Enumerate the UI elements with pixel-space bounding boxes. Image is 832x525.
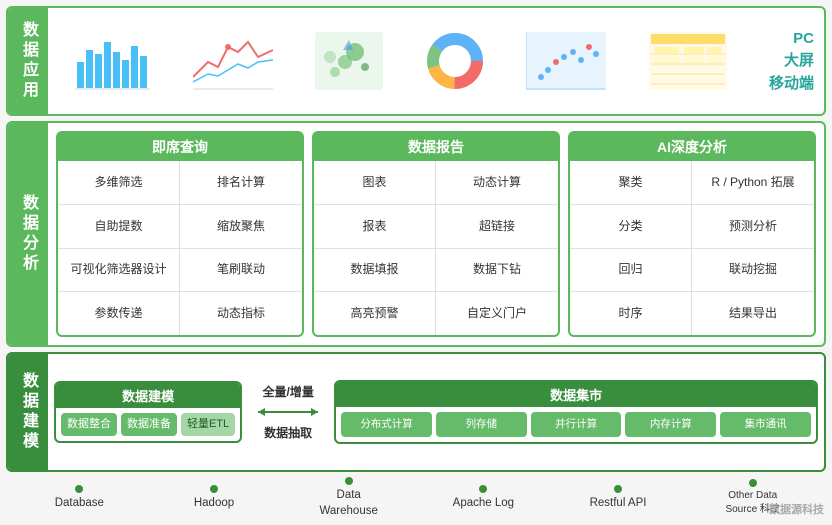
source-dot-otherdata	[749, 479, 757, 487]
label-pc: PC	[793, 30, 814, 47]
shichang-sub-4: 集市通讯	[720, 412, 811, 437]
cell-1-4: 数据填报	[314, 249, 436, 293]
panel-instant-query-header: 即席查询	[58, 133, 302, 161]
cell-0-2: 自助提数	[58, 205, 180, 249]
cell-1-7: 自定义门户	[436, 292, 558, 335]
cell-0-0: 多维筛选	[58, 161, 180, 205]
arrow-text-top: 全量/增量	[263, 383, 314, 400]
cell-2-2: 分类	[570, 205, 692, 249]
watermark: 数据源科技	[769, 501, 824, 517]
shichang-sub-0: 分布式计算	[341, 412, 432, 437]
cell-1-1: 动态计算	[436, 161, 558, 205]
model-shichang-header: 数据集市	[336, 382, 816, 407]
source-label-apachelog: Apache Log	[453, 495, 514, 511]
row-data-app: 数据应用	[6, 6, 826, 116]
source-restfulapi: Restful API	[551, 483, 686, 513]
analysis-content: 即席查询 多维筛选 排名计算 自助提数 缩放聚焦 可视化筛选器设计 笔刷联动 参…	[48, 123, 824, 345]
source-datawarehouse: Data Warehouse	[281, 475, 416, 521]
shichang-sub-1: 列存储	[436, 412, 527, 437]
cell-2-7: 结果导出	[692, 292, 814, 335]
label-data-app: 数据应用	[8, 8, 48, 114]
arrow-text-bottom: 数据抽取	[264, 424, 312, 441]
cell-2-0: 聚类	[570, 161, 692, 205]
panel-ai-analysis-header: AI深度分析	[570, 133, 814, 161]
cell-1-5: 数据下钻	[436, 249, 558, 293]
chart-scatter	[315, 32, 383, 90]
pc-labels-area: PC 大屏 移动端	[754, 8, 824, 114]
cell-0-1: 排名计算	[180, 161, 302, 205]
cell-2-5: 联动挖掘	[692, 249, 814, 293]
cell-0-4: 可视化筛选器设计	[58, 249, 180, 293]
cell-0-5: 笔刷联动	[180, 249, 302, 293]
cell-2-4: 回归	[570, 249, 692, 293]
cell-1-3: 超链接	[436, 205, 558, 249]
charts-area	[48, 8, 754, 114]
panel-data-report-body: 图表 动态计算 报表 超链接 数据填报 数据下钻 高亮预警 自定义门户	[314, 161, 558, 335]
panel-instant-query-body: 多维筛选 排名计算 自助提数 缩放聚焦 可视化筛选器设计 笔刷联动 参数传递 动…	[58, 161, 302, 335]
model-shichang-box: 数据集市 分布式计算 列存储 并行计算 内存计算 集市通讯	[334, 380, 818, 444]
panel-data-report: 数据报告 图表 动态计算 报表 超链接 数据填报 数据下钻 高亮预警 自定义门户	[312, 131, 560, 337]
arrow-icon	[253, 402, 323, 422]
label-data-model: 数据建模	[8, 354, 48, 470]
model-jianmo-header: 数据建模	[56, 383, 240, 408]
model-jianmo-body: 数据整合 数据准备 轻量ETL	[56, 408, 240, 441]
model-sub-0: 数据整合	[61, 413, 117, 436]
model-etl: 轻量ETL	[181, 413, 235, 436]
panel-ai-analysis-body: 聚类 R / Python 拓展 分类 预测分析 回归 联动挖掘 时序 结果导出	[570, 161, 814, 335]
source-dot-datawarehouse	[345, 477, 353, 485]
cell-2-1: R / Python 拓展	[692, 161, 814, 205]
cell-0-7: 动态指标	[180, 292, 302, 335]
cell-2-3: 预测分析	[692, 205, 814, 249]
model-jianmo-box: 数据建模 数据整合 数据准备 轻量ETL	[54, 381, 242, 443]
model-shichang-body: 分布式计算 列存储 并行计算 内存计算 集市通讯	[336, 407, 816, 442]
source-database: Database	[12, 483, 147, 513]
row-sources: Database Hadoop Data Warehouse Apache Lo…	[6, 477, 826, 519]
chart-donut	[426, 32, 484, 90]
cell-1-0: 图表	[314, 161, 436, 205]
panel-ai-analysis: AI深度分析 聚类 R / Python 拓展 分类 预测分析 回归 联动挖掘 …	[568, 131, 816, 337]
chart-table	[649, 32, 727, 90]
source-label-database: Database	[55, 495, 104, 511]
label-bigscreen: 大屏	[784, 49, 814, 70]
panel-instant-query: 即席查询 多维筛选 排名计算 自助提数 缩放聚焦 可视化筛选器设计 笔刷联动 参…	[56, 131, 304, 337]
cell-1-6: 高亮预警	[314, 292, 436, 335]
cell-2-6: 时序	[570, 292, 692, 335]
source-hadoop: Hadoop	[147, 483, 282, 513]
main-container: 数据应用	[0, 0, 832, 525]
source-label-hadoop: Hadoop	[194, 495, 234, 511]
row-data-analysis: 数据分析 即席查询 多维筛选 排名计算 自助提数 缩放聚焦 可视化筛选器设计 笔…	[6, 121, 826, 347]
chart-bar	[75, 32, 150, 90]
arrow-box: 全量/增量 数据抽取	[248, 383, 328, 441]
row-data-model: 数据建模 数据建模 数据整合 数据准备 轻量ETL 全量/增量 数据抽	[6, 352, 826, 472]
shichang-sub-3: 内存计算	[625, 412, 716, 437]
model-content: 数据建模 数据整合 数据准备 轻量ETL 全量/增量 数据抽取 数	[48, 354, 824, 470]
cell-0-3: 缩放聚焦	[180, 205, 302, 249]
label-mobile: 移动端	[769, 72, 814, 93]
source-dot-apachelog	[479, 485, 487, 493]
source-dot-database	[75, 485, 83, 493]
source-dot-restfulapi	[614, 485, 622, 493]
cell-0-6: 参数传递	[58, 292, 180, 335]
chart-dashboard	[526, 32, 606, 90]
source-apachelog: Apache Log	[416, 483, 551, 513]
source-dot-hadoop	[210, 485, 218, 493]
source-label-restfulapi: Restful API	[590, 495, 647, 511]
cell-1-2: 报表	[314, 205, 436, 249]
source-label-datawarehouse: Data Warehouse	[319, 487, 377, 519]
model-sub-1: 数据准备	[121, 413, 177, 436]
label-data-analysis: 数据分析	[8, 123, 48, 345]
shichang-sub-2: 并行计算	[531, 412, 622, 437]
chart-line	[193, 32, 273, 90]
panel-data-report-header: 数据报告	[314, 133, 558, 161]
